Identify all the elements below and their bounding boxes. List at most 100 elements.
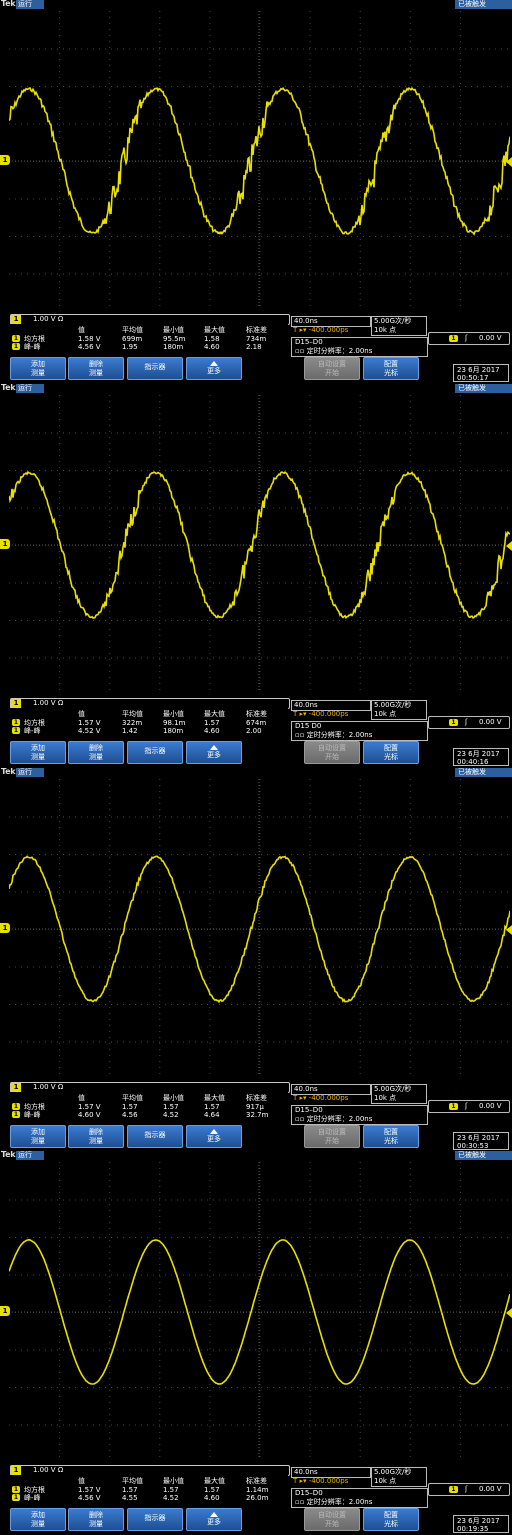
measurement-row-pk2pk: 1 峰-峰 4.52 V 1.42 180m 4.60 2.00 — [10, 727, 288, 735]
digital-channels: D15–D0 — [295, 1489, 323, 1497]
waveform-display[interactable] — [9, 11, 510, 311]
indicator-button[interactable]: 指示器 — [127, 1125, 183, 1148]
more-button[interactable]: 更多 — [186, 1125, 242, 1148]
trigger-readout[interactable]: 1 ʃ 0.00 V — [428, 1483, 510, 1496]
indicator-button[interactable]: 指示器 — [127, 357, 183, 380]
row-badge: 1 — [12, 719, 20, 726]
acquisition-mode[interactable]: 运行 — [16, 0, 44, 9]
measurement-header: 值 平均值 最小值 最大值 标准差 — [10, 710, 288, 718]
scope-screen: Tek 运行 已被触发 1 0 1 1.00 V Ω 值 平均值 最小值 最大值… — [0, 768, 512, 1152]
digital-readout[interactable]: D15–D0 ▫▫ 定时分辨率：2.00ns — [291, 1488, 428, 1508]
chevron-up-icon — [210, 361, 218, 366]
measure-max: 1.57 — [204, 719, 220, 727]
digital-readout[interactable]: D15–D0 ▫▫ 定时分辨率：2.00ns — [291, 337, 428, 357]
measurement-row-rms: 1 均方根 1.58 V 699m 95.5m 1.58 734m — [10, 335, 288, 343]
measure-value: 4.52 V — [78, 727, 101, 735]
add-measurement-button[interactable]: 添加 测量 — [10, 1508, 66, 1531]
graticule — [9, 1162, 510, 1462]
acquisition-readout[interactable]: 5.00G次/秒 10k 点 — [371, 1084, 427, 1104]
row-badge: 1 — [12, 343, 20, 350]
trigger-source-badge: 1 — [449, 1103, 458, 1110]
measurement-row-pk2pk: 1 峰-峰 4.56 V 4.55 4.52 4.60 26.0m — [10, 1494, 288, 1502]
measure-mean: 4.56 — [122, 1111, 138, 1119]
measure-max: 1.58 — [204, 335, 220, 343]
measurement-table[interactable]: 值 平均值 最小值 最大值 标准差 1 均方根 1.57 V 1.57 1.57… — [10, 1475, 288, 1504]
readout-panel: 1 1.00 V Ω 值 平均值 最小值 最大值 标准差 1 均方根 1.57 … — [0, 1457, 512, 1535]
brand-logo: Tek — [1, 0, 16, 8]
more-button[interactable]: 更多 — [186, 357, 242, 380]
add-measurement-button[interactable]: 添加 测量 — [10, 1125, 66, 1148]
more-button[interactable]: 更多 — [186, 1508, 242, 1531]
digital-readout[interactable]: D15 D0 ▫▫ 定时分辨率：2.00ns — [291, 721, 428, 741]
sample-rate: 5.00G次/秒 — [374, 1468, 412, 1476]
trigger-level-marker[interactable] — [506, 1308, 512, 1318]
waveform-display[interactable] — [9, 779, 510, 1079]
trigger-readout[interactable]: 1 ʃ 0.00 V — [428, 332, 510, 345]
autoset-button[interactable]: 自动设置 开始 — [304, 1125, 360, 1148]
delete-measurement-button[interactable]: 删除 测量 — [68, 741, 124, 764]
waveform-display[interactable] — [9, 1162, 510, 1462]
ch1-position-marker[interactable]: 1 — [0, 923, 10, 933]
measure-value: 1.57 V — [78, 719, 101, 727]
measure-max: 4.60 — [204, 727, 220, 735]
readout-panel: 1 1.00 V Ω 值 平均值 最小值 最大值 标准差 1 均方根 1.58 … — [0, 306, 512, 384]
trigger-state: 已被触发 — [455, 0, 512, 9]
measure-max: 4.60 — [204, 343, 220, 351]
configure-cursors-button[interactable]: 配置 光标 — [363, 1508, 419, 1531]
record-length: 10k 点 — [374, 710, 397, 718]
trigger-readout[interactable]: 1 ʃ 0.00 V — [428, 716, 510, 729]
autoset-button[interactable]: 自动设置 开始 — [304, 1508, 360, 1531]
acquisition-readout[interactable]: 5.00G次/秒 10k 点 — [371, 1467, 427, 1487]
autoset-button[interactable]: 自动设置 开始 — [304, 357, 360, 380]
time: 00:40:16 — [457, 758, 489, 766]
measure-name: 峰-峰 — [24, 727, 41, 735]
acquisition-mode[interactable]: 运行 — [16, 1151, 44, 1160]
col-stddev: 标准差 — [246, 1094, 267, 1102]
timing-resolution: ▫▫ 定时分辨率：2.00ns — [295, 731, 373, 739]
scope-screen: Tek 运行 已被触发 1 0 1 1.00 V Ω 值 平均值 最小值 最大值… — [0, 0, 512, 384]
trigger-source-badge: 1 — [449, 335, 458, 342]
measure-name: 均方根 — [24, 719, 45, 727]
waveform-display[interactable] — [9, 395, 510, 695]
sample-rate: 5.00G次/秒 — [374, 1085, 412, 1093]
horizontal-panel[interactable]: 40.0ns T ▸▾ -400.000ps 5.00G次/秒 10k 点 D1… — [291, 700, 428, 741]
graticule — [9, 779, 510, 1079]
ch1-position-marker[interactable]: 1 — [0, 539, 10, 549]
digital-readout[interactable]: D15–D0 ▫▫ 定时分辨率：2.00ns — [291, 1105, 428, 1125]
autoset-button[interactable]: 自动设置 开始 — [304, 741, 360, 764]
measurement-table[interactable]: 值 平均值 最小值 最大值 标准差 1 均方根 1.57 V 322m 98.1… — [10, 708, 288, 737]
delete-measurement-button[interactable]: 删除 测量 — [68, 357, 124, 380]
measurement-header: 值 平均值 最小值 最大值 标准差 — [10, 1094, 288, 1102]
configure-cursors-button[interactable]: 配置 光标 — [363, 741, 419, 764]
ch1-position-marker[interactable]: 1 — [0, 155, 10, 165]
horizontal-panel[interactable]: 40.0ns T ▸▾ -400.000ps 5.00G次/秒 10k 点 D1… — [291, 1084, 428, 1125]
trigger-level-marker[interactable] — [506, 925, 512, 935]
acquisition-mode[interactable]: 运行 — [16, 768, 44, 777]
configure-cursors-button[interactable]: 配置 光标 — [363, 1125, 419, 1148]
configure-cursors-button[interactable]: 配置 光标 — [363, 357, 419, 380]
measurement-table[interactable]: 值 平均值 最小值 最大值 标准差 1 均方根 1.57 V 1.57 1.57… — [10, 1092, 288, 1121]
trigger-readout[interactable]: 1 ʃ 0.00 V — [428, 1100, 510, 1113]
add-measurement-button[interactable]: 添加 测量 — [10, 357, 66, 380]
delay-readout: T ▸▾ -400.000ps — [293, 1477, 349, 1485]
more-button[interactable]: 更多 — [186, 741, 242, 764]
indicator-button[interactable]: 指示器 — [127, 741, 183, 764]
indicator-button[interactable]: 指示器 — [127, 1508, 183, 1531]
trigger-level-marker[interactable] — [506, 157, 512, 167]
horizontal-panel[interactable]: 40.0ns T ▸▾ -400.000ps 5.00G次/秒 10k 点 D1… — [291, 1467, 428, 1508]
measurement-table[interactable]: 值 平均值 最小值 最大值 标准差 1 均方根 1.58 V 699m 95.5… — [10, 324, 288, 353]
acquisition-readout[interactable]: 5.00G次/秒 10k 点 — [371, 700, 427, 720]
status-bar: Tek 运行 已被触发 — [0, 1151, 512, 1161]
delete-measurement-button[interactable]: 删除 测量 — [68, 1125, 124, 1148]
col-mean: 平均值 — [122, 326, 143, 334]
ch1-position-marker[interactable]: 1 — [0, 1306, 10, 1316]
measure-min: 180m — [163, 727, 184, 735]
delete-measurement-button[interactable]: 删除 测量 — [68, 1508, 124, 1531]
acquisition-readout[interactable]: 5.00G次/秒 10k 点 — [371, 316, 427, 336]
add-measurement-button[interactable]: 添加 测量 — [10, 741, 66, 764]
trigger-level-marker[interactable] — [506, 541, 512, 551]
acquisition-mode[interactable]: 运行 — [16, 384, 44, 393]
horizontal-panel[interactable]: 40.0ns T ▸▾ -400.000ps 5.00G次/秒 10k 点 D1… — [291, 316, 428, 357]
measure-value: 4.56 V — [78, 1494, 101, 1502]
trigger-level: 0.00 V — [479, 1485, 502, 1493]
